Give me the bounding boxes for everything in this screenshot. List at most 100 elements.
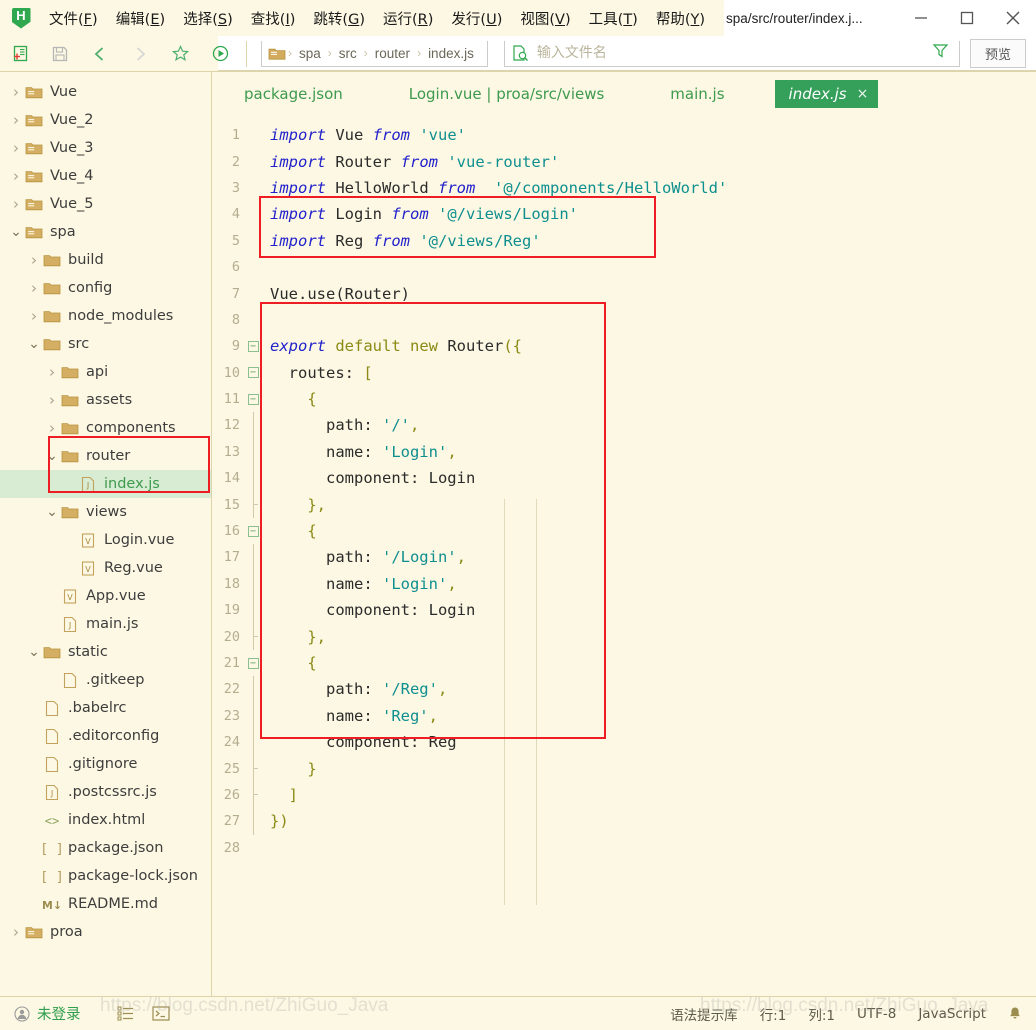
preview-button[interactable]: 预览 [969, 39, 1026, 68]
code-line[interactable]: 25 } [212, 755, 1036, 782]
fold-marker-column[interactable] [244, 148, 262, 174]
fold-collapse-icon[interactable]: − [247, 657, 259, 669]
syntax-library-label[interactable]: 语法提示库 [670, 1004, 738, 1024]
code-line[interactable]: 21− { [212, 650, 1036, 676]
fold-marker-column[interactable] [244, 808, 262, 835]
menu-item-3[interactable]: 选择(S) [174, 5, 242, 32]
tree-item-assets[interactable]: › assets [0, 386, 211, 414]
code-line[interactable]: 15 }, [212, 491, 1036, 518]
code-line[interactable]: 4 import Login from '@/views/Login' [212, 201, 1036, 227]
code-line[interactable]: 5 import Reg from '@/views/Reg' [212, 228, 1036, 254]
tree-item-proa[interactable]: › proa [0, 918, 211, 946]
chevron-right-icon[interactable]: › [8, 167, 24, 185]
chevron-down-icon[interactable]: ⌄ [26, 337, 42, 351]
code-line[interactable]: 16− { [212, 518, 1036, 544]
fold-marker-column[interactable] [244, 465, 262, 492]
code-line[interactable]: 28 [212, 835, 1036, 861]
filter-icon[interactable] [932, 42, 949, 64]
chevron-down-icon[interactable]: ⌄ [44, 505, 60, 519]
tree-item-components[interactable]: › components [0, 414, 211, 442]
fold-marker-column[interactable]: − [244, 360, 262, 386]
chevron-right-icon[interactable]: › [8, 111, 24, 129]
cursor-column[interactable]: 列:1 [808, 1004, 835, 1024]
code-line[interactable]: 14 component: Login [212, 465, 1036, 492]
save-icon[interactable] [44, 40, 76, 68]
fold-marker-column[interactable] [244, 491, 262, 518]
chevron-right-icon[interactable]: › [44, 391, 60, 409]
code-editor[interactable]: 1 import Vue from 'vue' 2 import Router fro… [212, 116, 1036, 996]
fold-collapse-icon[interactable]: − [247, 340, 259, 352]
cursor-line[interactable]: 行:1 [760, 1004, 787, 1024]
tree-item-Vue[interactable]: › Vue [0, 78, 211, 106]
tree-item-config[interactable]: › config [0, 274, 211, 302]
tree-item-App.vue[interactable]: V App.vue [0, 582, 211, 610]
breadcrumb-item-3[interactable]: index.js [421, 46, 481, 61]
fold-marker-column[interactable] [244, 702, 262, 729]
tree-item-Login.vue[interactable]: V Login.vue [0, 526, 211, 554]
tree-item-api[interactable]: › api [0, 358, 211, 386]
fold-marker-column[interactable] [244, 175, 262, 201]
code-line[interactable]: 27}) [212, 808, 1036, 835]
chevron-down-icon[interactable]: ⌄ [44, 449, 60, 463]
tree-item-node_modules[interactable]: › node_modules [0, 302, 211, 330]
fold-collapse-icon[interactable]: − [247, 525, 259, 537]
chevron-right-icon[interactable]: › [26, 307, 42, 325]
search-input[interactable] [536, 45, 932, 61]
tree-item-.editorconfig[interactable]: .editorconfig [0, 722, 211, 750]
favorite-icon[interactable] [164, 40, 196, 68]
close-button[interactable] [990, 0, 1036, 36]
tree-item-Vue_3[interactable]: › Vue_3 [0, 134, 211, 162]
new-file-icon[interactable] [4, 40, 36, 68]
chevron-right-icon[interactable]: › [8, 83, 24, 101]
fold-marker-column[interactable] [244, 781, 262, 809]
chevron-right-icon[interactable]: › [26, 251, 42, 269]
terminal-icon[interactable] [151, 1006, 170, 1021]
code-line[interactable]: 24 component: Reg [212, 728, 1036, 756]
tree-item-Vue_5[interactable]: › Vue_5 [0, 190, 211, 218]
breadcrumb-item-2[interactable]: router [368, 46, 417, 61]
code-line[interactable]: 9− export default new Router({ [212, 333, 1036, 359]
chevron-right-icon[interactable]: › [8, 139, 24, 157]
tree-item-build[interactable]: › build [0, 246, 211, 274]
fold-marker-column[interactable] [244, 835, 262, 861]
menu-item-5[interactable]: 跳转(G) [304, 5, 374, 32]
fold-marker-column[interactable] [244, 280, 262, 306]
menu-item-9[interactable]: 工具(T) [580, 5, 647, 32]
tree-item-package.json[interactable]: [ ] package.json [0, 834, 211, 862]
tab-close-icon[interactable]: × [857, 86, 869, 102]
menu-item-4[interactable]: 查找(I) [242, 5, 305, 32]
forward-icon[interactable] [124, 40, 156, 68]
back-icon[interactable] [84, 40, 116, 68]
file-search-icon[interactable] [511, 44, 529, 62]
menu-item-2[interactable]: 编辑(E) [107, 5, 175, 32]
code-line[interactable]: 11− { [212, 386, 1036, 412]
chevron-right-icon[interactable]: › [26, 279, 42, 297]
encoding-label[interactable]: UTF-8 [857, 1006, 896, 1022]
tree-item-spa[interactable]: ⌄ spa [0, 218, 211, 246]
fold-marker-column[interactable] [244, 676, 262, 703]
fold-marker-column[interactable] [244, 728, 262, 756]
code-line[interactable]: 17 path: '/Login', [212, 544, 1036, 571]
menu-item-10[interactable]: 帮助(Y) [647, 5, 714, 32]
account-status[interactable]: 未登录 [14, 1003, 81, 1024]
fold-marker-column[interactable] [244, 254, 262, 280]
breadcrumb-item-1[interactable]: src [332, 46, 364, 61]
fold-collapse-icon[interactable]: − [247, 367, 259, 379]
editor-tab-index.js[interactable]: index.js × [774, 80, 879, 108]
code-line[interactable]: 2 import Router from 'vue-router' [212, 148, 1036, 174]
tree-item-.babelrc[interactable]: .babelrc [0, 694, 211, 722]
outline-icon[interactable] [117, 1006, 134, 1021]
fold-collapse-icon[interactable]: − [247, 393, 259, 405]
code-line[interactable]: 20 }, [212, 623, 1036, 650]
fold-marker-column[interactable] [244, 755, 262, 782]
tree-item-.postcssrc.js[interactable]: J .postcssrc.js [0, 778, 211, 806]
bell-icon[interactable] [1008, 1006, 1022, 1021]
chevron-down-icon[interactable]: ⌄ [8, 225, 24, 239]
code-line[interactable]: 26 ] [212, 781, 1036, 809]
code-line[interactable]: 13 name: 'Login', [212, 438, 1036, 466]
fold-marker-column[interactable] [244, 597, 262, 624]
tree-item-router[interactable]: ⌄ router [0, 442, 211, 470]
tree-item-src[interactable]: ⌄ src [0, 330, 211, 358]
editor-tab-main.js[interactable]: main.js [654, 79, 740, 109]
fold-marker-column[interactable] [244, 544, 262, 571]
